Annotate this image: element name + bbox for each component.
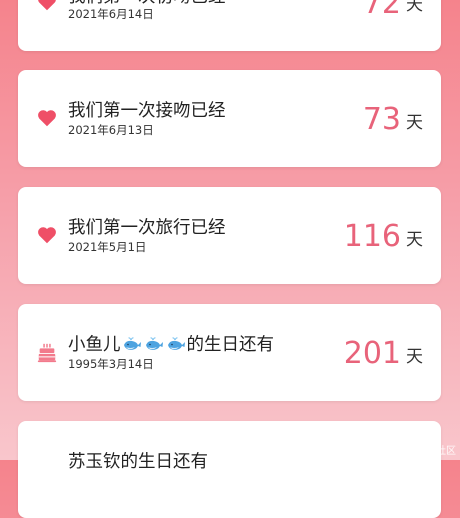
- card-title: 小鱼儿 的生日还有: [68, 334, 274, 356]
- day-unit: 天: [406, 347, 423, 367]
- day-count: 73: [362, 102, 401, 137]
- card-title: 苏玉钦的生日还有: [68, 452, 208, 472]
- card-date: 1995年3月14日: [68, 357, 154, 371]
- anniversary-card[interactable]: 我们第一次旅行已经 2021年5月1日 116 天: [18, 187, 441, 284]
- day-count: 201: [343, 336, 401, 371]
- birthday-card[interactable]: 小鱼儿 的生日还有 1995年3月14日 201 天: [18, 304, 441, 401]
- day-unit: 天: [406, 0, 423, 15]
- anniversary-card[interactable]: 我们第一次接吻已经 2021年6月13日 73 天: [18, 70, 441, 167]
- card-title-suffix: 的生日还有: [186, 335, 275, 355]
- anniversary-list: 我们第一次初吻已经 2021年6月14日 72 天 我们第一次接吻已经 2021…: [0, 0, 460, 518]
- anniversary-card[interactable]: 我们第一次初吻已经 2021年6月14日 72 天: [18, 0, 441, 51]
- watermark: @稀土掘金技术社区: [366, 446, 456, 457]
- card-date: 2021年5月1日: [68, 240, 147, 254]
- day-count: 116: [343, 219, 401, 254]
- day-unit: 天: [406, 230, 423, 250]
- whale-emoji-icon: [167, 337, 185, 350]
- card-date: 2021年6月13日: [68, 123, 154, 137]
- card-title: 我们第一次接吻已经: [68, 101, 226, 121]
- card-title: 我们第一次旅行已经: [68, 218, 226, 238]
- birthday-cake-icon: [37, 343, 57, 363]
- card-date: 2021年6月14日: [68, 7, 154, 21]
- heart-icon: [38, 110, 56, 127]
- birthday-card[interactable]: 苏玉钦的生日还有: [18, 421, 441, 518]
- card-title-name: 小鱼儿: [68, 335, 121, 355]
- whale-emoji-icon: [123, 337, 141, 350]
- day-count: 72: [362, 0, 401, 21]
- whale-emoji-icon: [145, 337, 163, 350]
- heart-icon: [38, 0, 56, 11]
- heart-icon: [38, 227, 56, 244]
- day-unit: 天: [406, 113, 423, 133]
